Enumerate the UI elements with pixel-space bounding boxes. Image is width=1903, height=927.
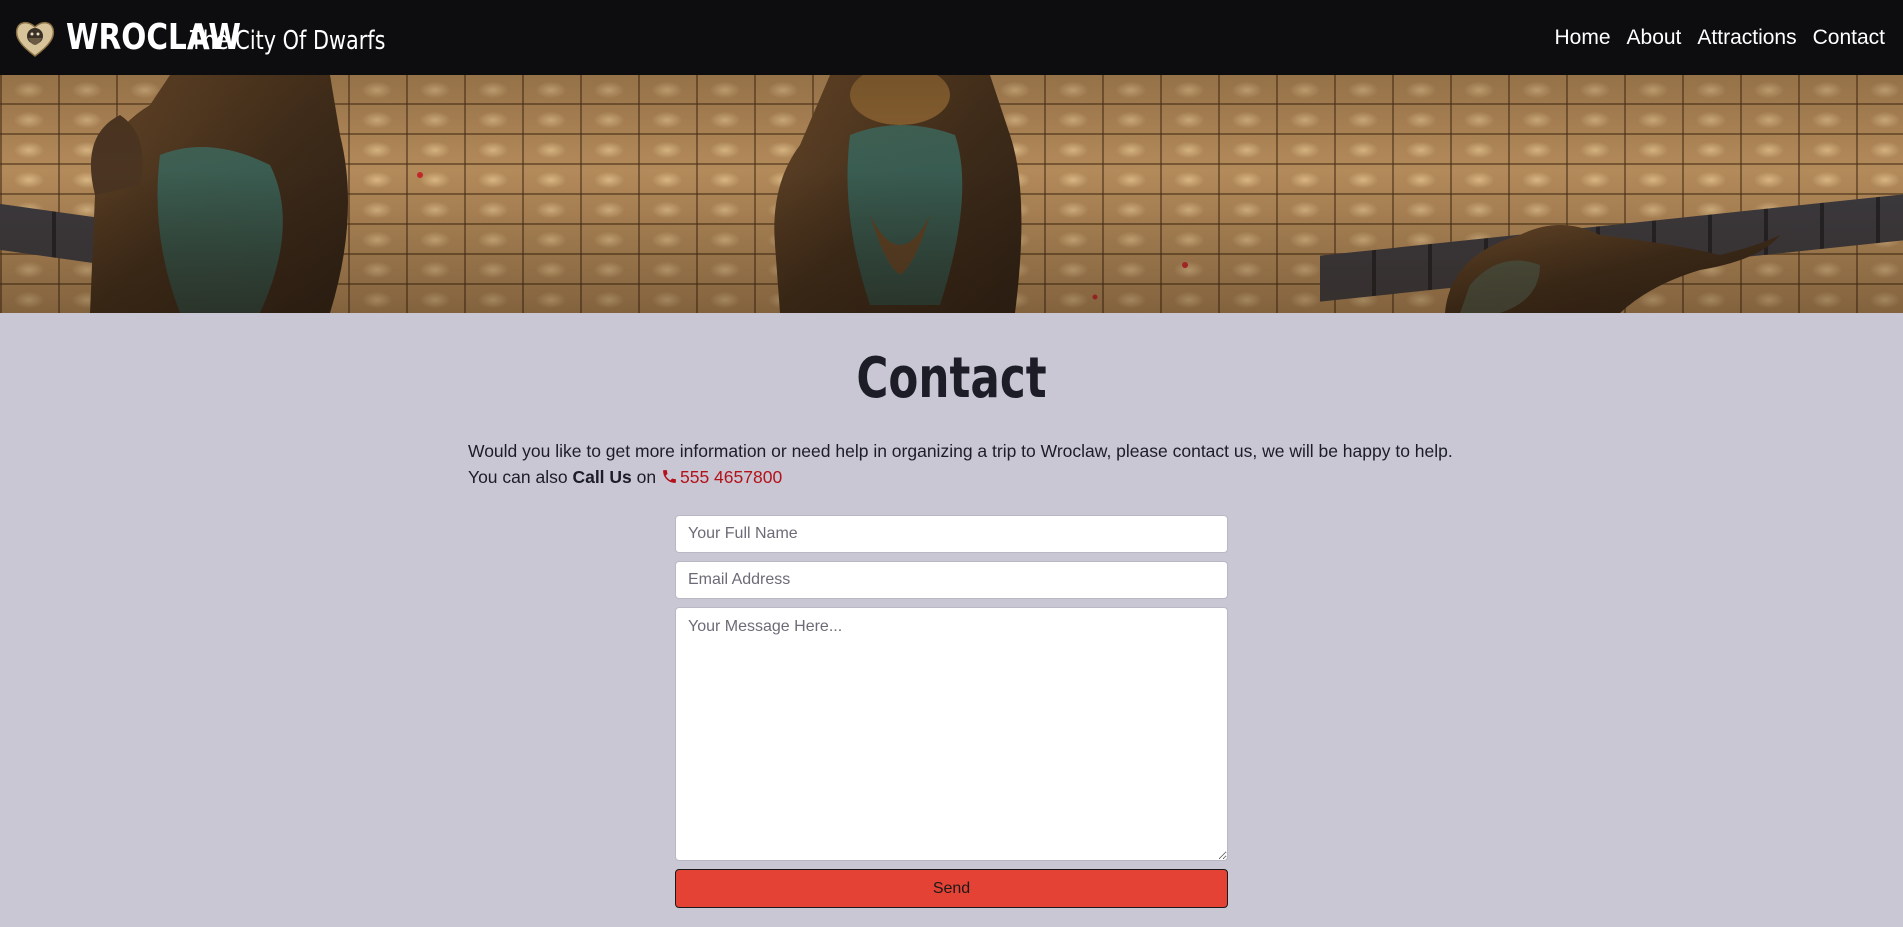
send-button[interactable]: Send: [675, 869, 1228, 908]
nav-attractions-link[interactable]: Attractions: [1697, 26, 1796, 50]
brand-title: WROCLAW: [66, 17, 241, 58]
brand-subtitle: The City Of Dwarfs: [190, 25, 386, 56]
nav-menu: Home About Attractions Contact: [1538, 26, 1885, 50]
intro-prefix: You can also: [468, 467, 568, 487]
call-us-label: Call Us: [572, 467, 632, 487]
email-input[interactable]: [675, 561, 1228, 599]
phone-number: 555 4657800: [680, 467, 783, 487]
nav-about-link[interactable]: About: [1627, 26, 1682, 50]
page-title: Contact: [856, 346, 1047, 411]
contact-form: Send: [675, 515, 1228, 908]
call-us-line: You can also Call Us on 555 4657800: [468, 464, 1468, 490]
hero-shade: [0, 75, 1903, 313]
intro-on: on: [636, 467, 657, 487]
nav-home-link[interactable]: Home: [1554, 26, 1610, 50]
dwarf-heart-logo-icon: [15, 21, 55, 57]
phone-link[interactable]: 555 4657800: [661, 467, 782, 487]
intro-text: Would you like to get more information o…: [468, 438, 1468, 490]
intro-line: Would you like to get more information o…: [468, 441, 1453, 461]
full-name-input[interactable]: [675, 515, 1228, 553]
message-textarea[interactable]: [675, 607, 1228, 861]
navbar: WROCLAW The City Of Dwarfs Home About At…: [0, 0, 1903, 75]
nav-contact-link[interactable]: Contact: [1813, 26, 1885, 50]
hero-image: [0, 75, 1903, 313]
phone-icon: [663, 470, 676, 483]
brand[interactable]: WROCLAW The City Of Dwarfs: [14, 17, 434, 58]
